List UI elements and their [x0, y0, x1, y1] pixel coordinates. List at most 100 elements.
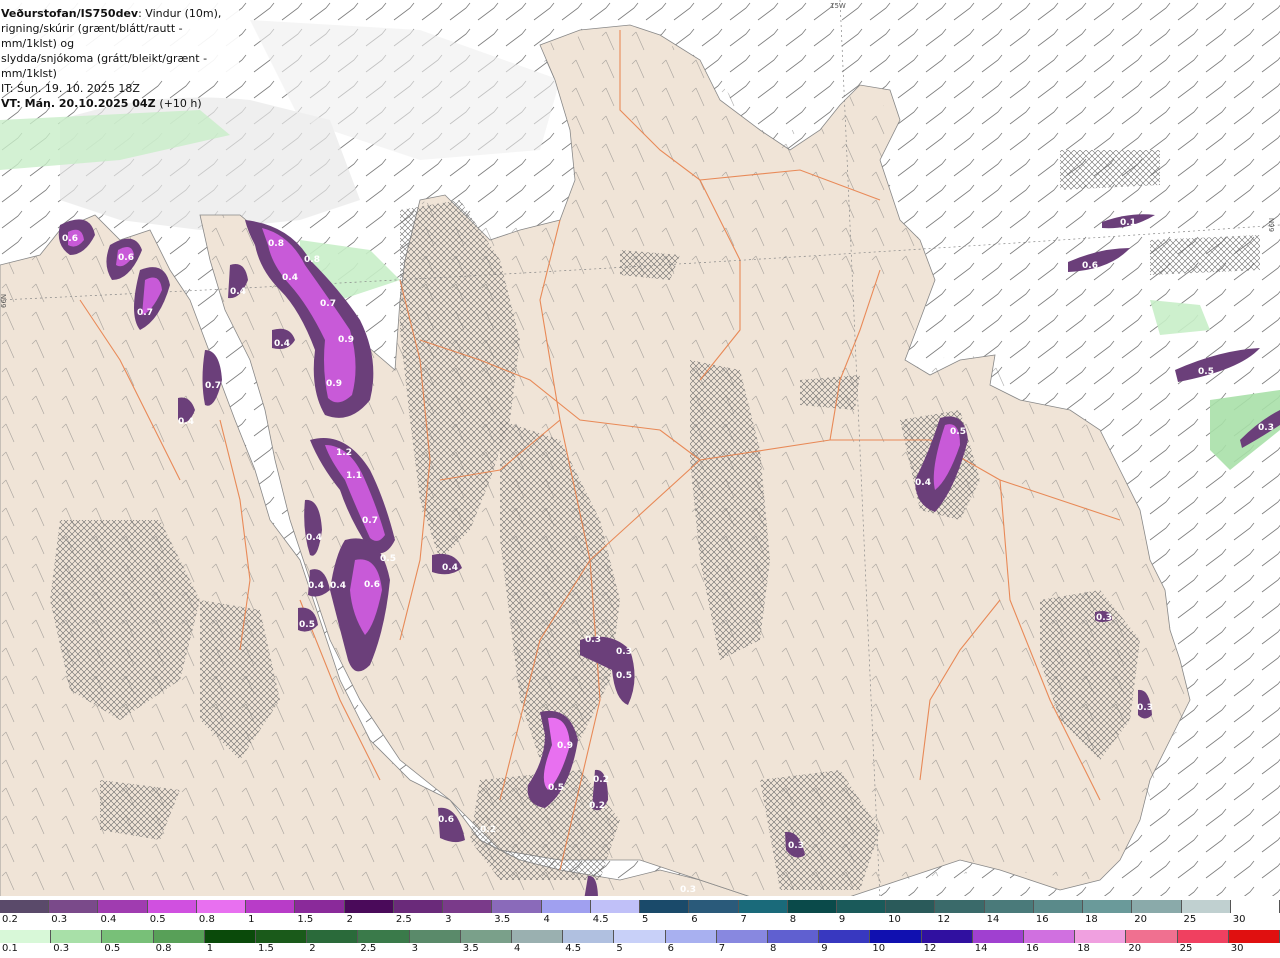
rain-legend-bar — [0, 930, 1280, 943]
legend-swatch — [1132, 900, 1182, 913]
legend-swatch — [1083, 900, 1133, 913]
legend-label: 7 — [718, 943, 726, 954]
legend-label: 5 — [616, 943, 623, 954]
legend-label: 1.5 — [297, 914, 314, 925]
legend-swatch — [295, 900, 345, 913]
legend-label: 6 — [691, 914, 698, 925]
legend-swatch — [204, 930, 257, 943]
legend-swatch — [870, 930, 922, 943]
legend-swatch — [443, 900, 493, 913]
legend-swatch — [563, 930, 615, 943]
legend-label: 0.8 — [155, 943, 172, 954]
legend-label: 0.3 — [51, 914, 68, 925]
legend-swatch — [102, 930, 154, 943]
legend-swatch — [393, 900, 444, 913]
legend-label: 4.5 — [565, 943, 582, 954]
legend-label: 10 — [888, 914, 901, 925]
legend-label: 2.5 — [395, 914, 412, 925]
legend-swatch — [153, 930, 205, 943]
valid-time: VT: Mán. 20.10.2025 04Z — [1, 97, 156, 110]
legend-swatch — [1126, 930, 1178, 943]
legend-swatch — [689, 900, 739, 913]
legend-label: 2.5 — [360, 943, 377, 954]
weather-map: 15W 66N 66N — [0, 0, 1280, 900]
legend-label: 0.4 — [100, 914, 117, 925]
legend-swatch — [819, 930, 871, 943]
legend-swatch — [0, 930, 52, 943]
title-desc-3: slydda/snjókoma (grátt/bleikt/grænt - mm… — [1, 52, 208, 80]
init-time: IT: Sun. 19. 10. 2025 18Z — [1, 82, 140, 95]
legend-swatch — [972, 930, 1025, 943]
lat-label-left: 66N — [0, 294, 8, 308]
legend-swatch — [1228, 930, 1280, 943]
legend-swatch — [935, 900, 985, 913]
legend-swatch — [49, 900, 99, 913]
valid-time-line: VT: Mán. 20.10.2025 04Z (+10 h) — [1, 96, 239, 111]
legend-swatch — [836, 900, 887, 913]
legend-swatch — [0, 900, 50, 913]
legend-label: 12 — [937, 914, 951, 925]
legend-label: 3.5 — [494, 914, 511, 925]
legend-label: 9 — [838, 914, 846, 925]
legend-label: 0.5 — [149, 914, 166, 925]
legend-label: 1 — [248, 914, 255, 925]
legend-label: 20 — [1134, 914, 1148, 925]
legend-swatch — [1024, 930, 1076, 943]
legend-swatch — [665, 930, 717, 943]
legend-swatch — [541, 900, 591, 913]
legend-swatch — [1177, 930, 1229, 943]
legend-swatch — [51, 930, 103, 943]
legend-label: 25 — [1179, 943, 1193, 954]
legend-label: 4.5 — [592, 914, 609, 925]
rain-legend-labels: 0.1 0.3 0.5 0.8 1 1.5 2 2.5 3 3.5 4 4.5 5 6 7 8 9 10 12 14 1… — [0, 943, 1280, 957]
legend-label: 30 — [1230, 943, 1244, 954]
legend-swatch — [1181, 900, 1231, 913]
legend-swatch — [147, 900, 197, 913]
legend-label: 3.5 — [462, 943, 479, 954]
legend-swatch — [738, 900, 788, 913]
legend-label: 9 — [821, 943, 828, 954]
legend-swatch — [492, 900, 542, 913]
legend-label: 0.5 — [104, 943, 121, 954]
legend-swatch — [787, 900, 837, 913]
legend-label: 0.2 — [2, 914, 18, 925]
title-desc-1: : Vindur (10m), — [138, 7, 222, 20]
legend-swatch — [307, 930, 359, 943]
legend-label: 1 — [206, 943, 214, 954]
legend-label: 18 — [1077, 943, 1090, 954]
legend-label: 3 — [445, 914, 452, 925]
legend-swatch — [1075, 930, 1127, 943]
legend-label: 14 — [974, 943, 988, 954]
legend-swatch — [246, 900, 296, 913]
legend-label: 25 — [1183, 914, 1197, 925]
legend-label: 12 — [923, 943, 937, 954]
legend-swatch — [460, 930, 513, 943]
legend-label: 3 — [411, 943, 418, 954]
legend-swatch — [768, 930, 820, 943]
legend-swatch — [640, 900, 690, 913]
legend-swatch — [196, 900, 247, 913]
legend-label: 0.3 — [53, 943, 70, 954]
legend-swatch — [409, 930, 461, 943]
legend-label: 10 — [872, 943, 886, 954]
product-name: Veðurstofan/IS750dev — [1, 7, 139, 20]
legend-label: 18 — [1085, 914, 1098, 925]
legend-swatch — [256, 930, 308, 943]
lon-label: 15W — [830, 2, 846, 10]
legend-label: 4 — [514, 943, 521, 954]
legend-label: 30 — [1232, 914, 1246, 925]
legend-swatch — [358, 930, 410, 943]
legend-label: 14 — [986, 914, 1000, 925]
legend-label: 5 — [642, 914, 649, 925]
legend-label: 0.8 — [198, 914, 215, 925]
legend-swatch — [614, 930, 666, 943]
legend-label: 6 — [667, 943, 674, 954]
legend-label: 4 — [543, 914, 550, 925]
legend-swatch — [716, 930, 769, 943]
legend-swatch — [512, 930, 564, 943]
legend-label: 1.5 — [258, 943, 274, 954]
legend-label: 20 — [1128, 943, 1142, 954]
legend-swatch — [344, 900, 394, 913]
legend-label: 16 — [1026, 943, 1039, 954]
snow-legend-bar — [0, 900, 1280, 913]
